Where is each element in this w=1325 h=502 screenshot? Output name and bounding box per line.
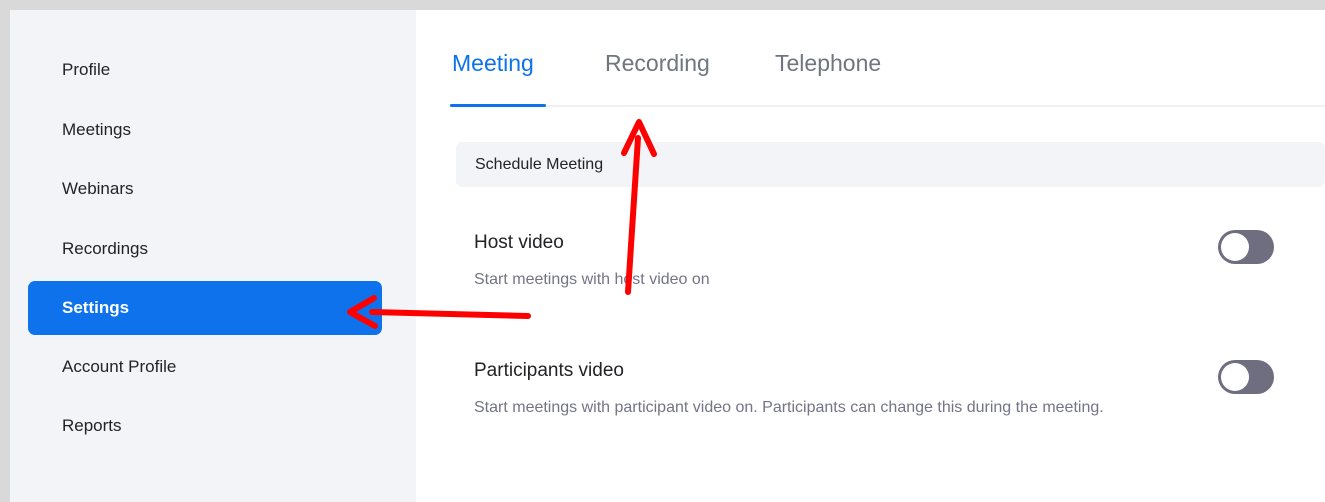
sidebar-item-meetings[interactable]: Meetings xyxy=(28,103,382,157)
toggle-knob xyxy=(1221,363,1249,391)
setting-title-participants-video: Participants video xyxy=(474,360,624,381)
sidebar-item-settings[interactable]: Settings xyxy=(28,281,382,335)
sidebar-item-profile[interactable]: Profile xyxy=(28,43,382,97)
settings-main: Meeting Recording Telephone Schedule Mee… xyxy=(416,10,1325,502)
setting-title-host-video: Host video xyxy=(474,232,564,253)
app-window: Profile Meetings Webinars Recordings Set… xyxy=(10,10,1325,502)
toggle-knob xyxy=(1221,233,1249,261)
sidebar: Profile Meetings Webinars Recordings Set… xyxy=(10,10,416,502)
setting-desc-participants-video: Start meetings with participant video on… xyxy=(474,399,1104,416)
tab-meeting[interactable]: Meeting xyxy=(452,48,534,78)
tabs-divider xyxy=(450,105,1325,107)
sidebar-item-recordings[interactable]: Recordings xyxy=(28,222,382,276)
setting-desc-host-video: Start meetings with host video on xyxy=(474,271,710,288)
sidebar-item-webinars[interactable]: Webinars xyxy=(28,162,382,216)
tab-recording[interactable]: Recording xyxy=(605,48,710,78)
participants-video-toggle[interactable] xyxy=(1218,360,1274,394)
sidebar-item-reports[interactable]: Reports xyxy=(28,399,382,453)
host-video-toggle[interactable] xyxy=(1218,230,1274,264)
tab-telephone[interactable]: Telephone xyxy=(775,48,881,78)
sidebar-item-account-profile[interactable]: Account Profile xyxy=(28,340,382,394)
active-tab-indicator xyxy=(450,104,546,107)
section-header-schedule-meeting: Schedule Meeting xyxy=(456,142,1325,187)
